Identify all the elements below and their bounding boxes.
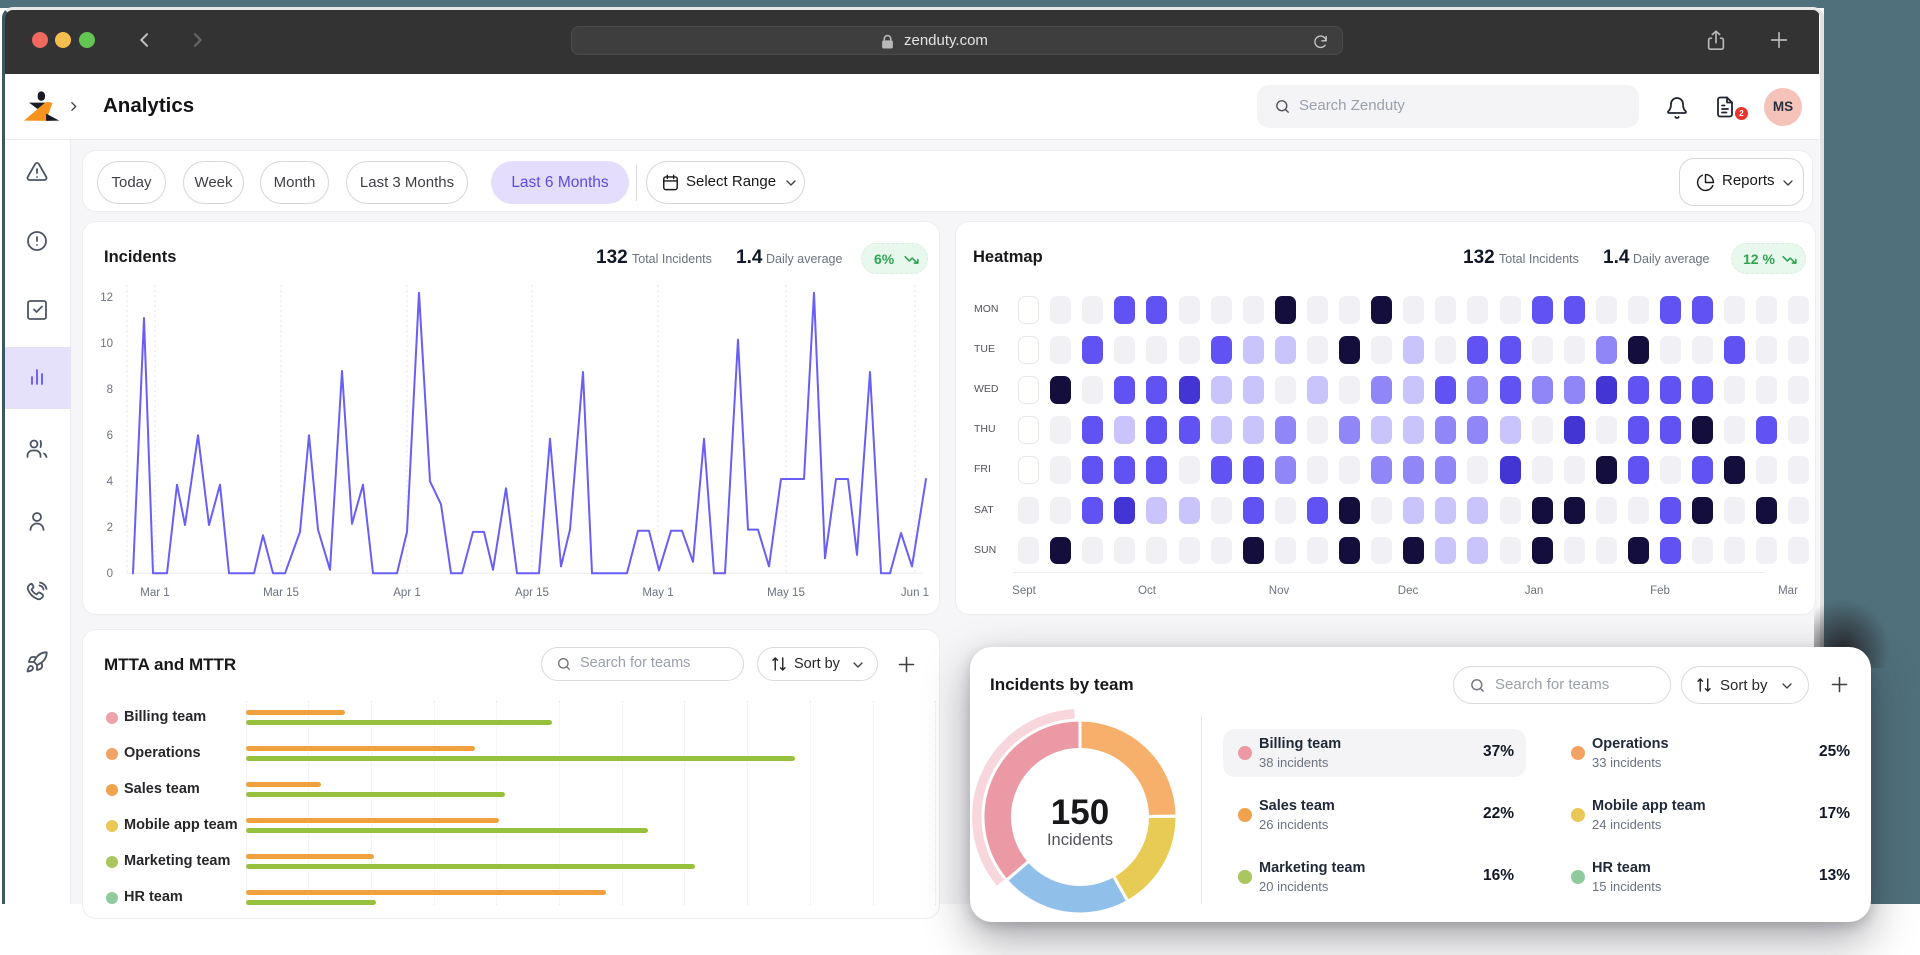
svg-text:8: 8 (107, 384, 113, 396)
svg-text:Mar 1: Mar 1 (140, 587, 169, 599)
svg-text:Apr 1: Apr 1 (393, 587, 421, 599)
svg-text:May 15: May 15 (767, 587, 805, 599)
svg-text:6: 6 (107, 430, 113, 442)
svg-text:0: 0 (107, 568, 113, 580)
svg-text:4: 4 (107, 476, 114, 488)
svg-text:Jun 1: Jun 1 (901, 587, 929, 599)
svg-text:2: 2 (107, 522, 113, 534)
svg-text:10: 10 (100, 338, 113, 350)
svg-text:Apr 15: Apr 15 (515, 587, 549, 599)
svg-text:Mar 15: Mar 15 (263, 587, 299, 599)
svg-text:12: 12 (100, 292, 113, 304)
svg-text:May 1: May 1 (642, 587, 673, 599)
